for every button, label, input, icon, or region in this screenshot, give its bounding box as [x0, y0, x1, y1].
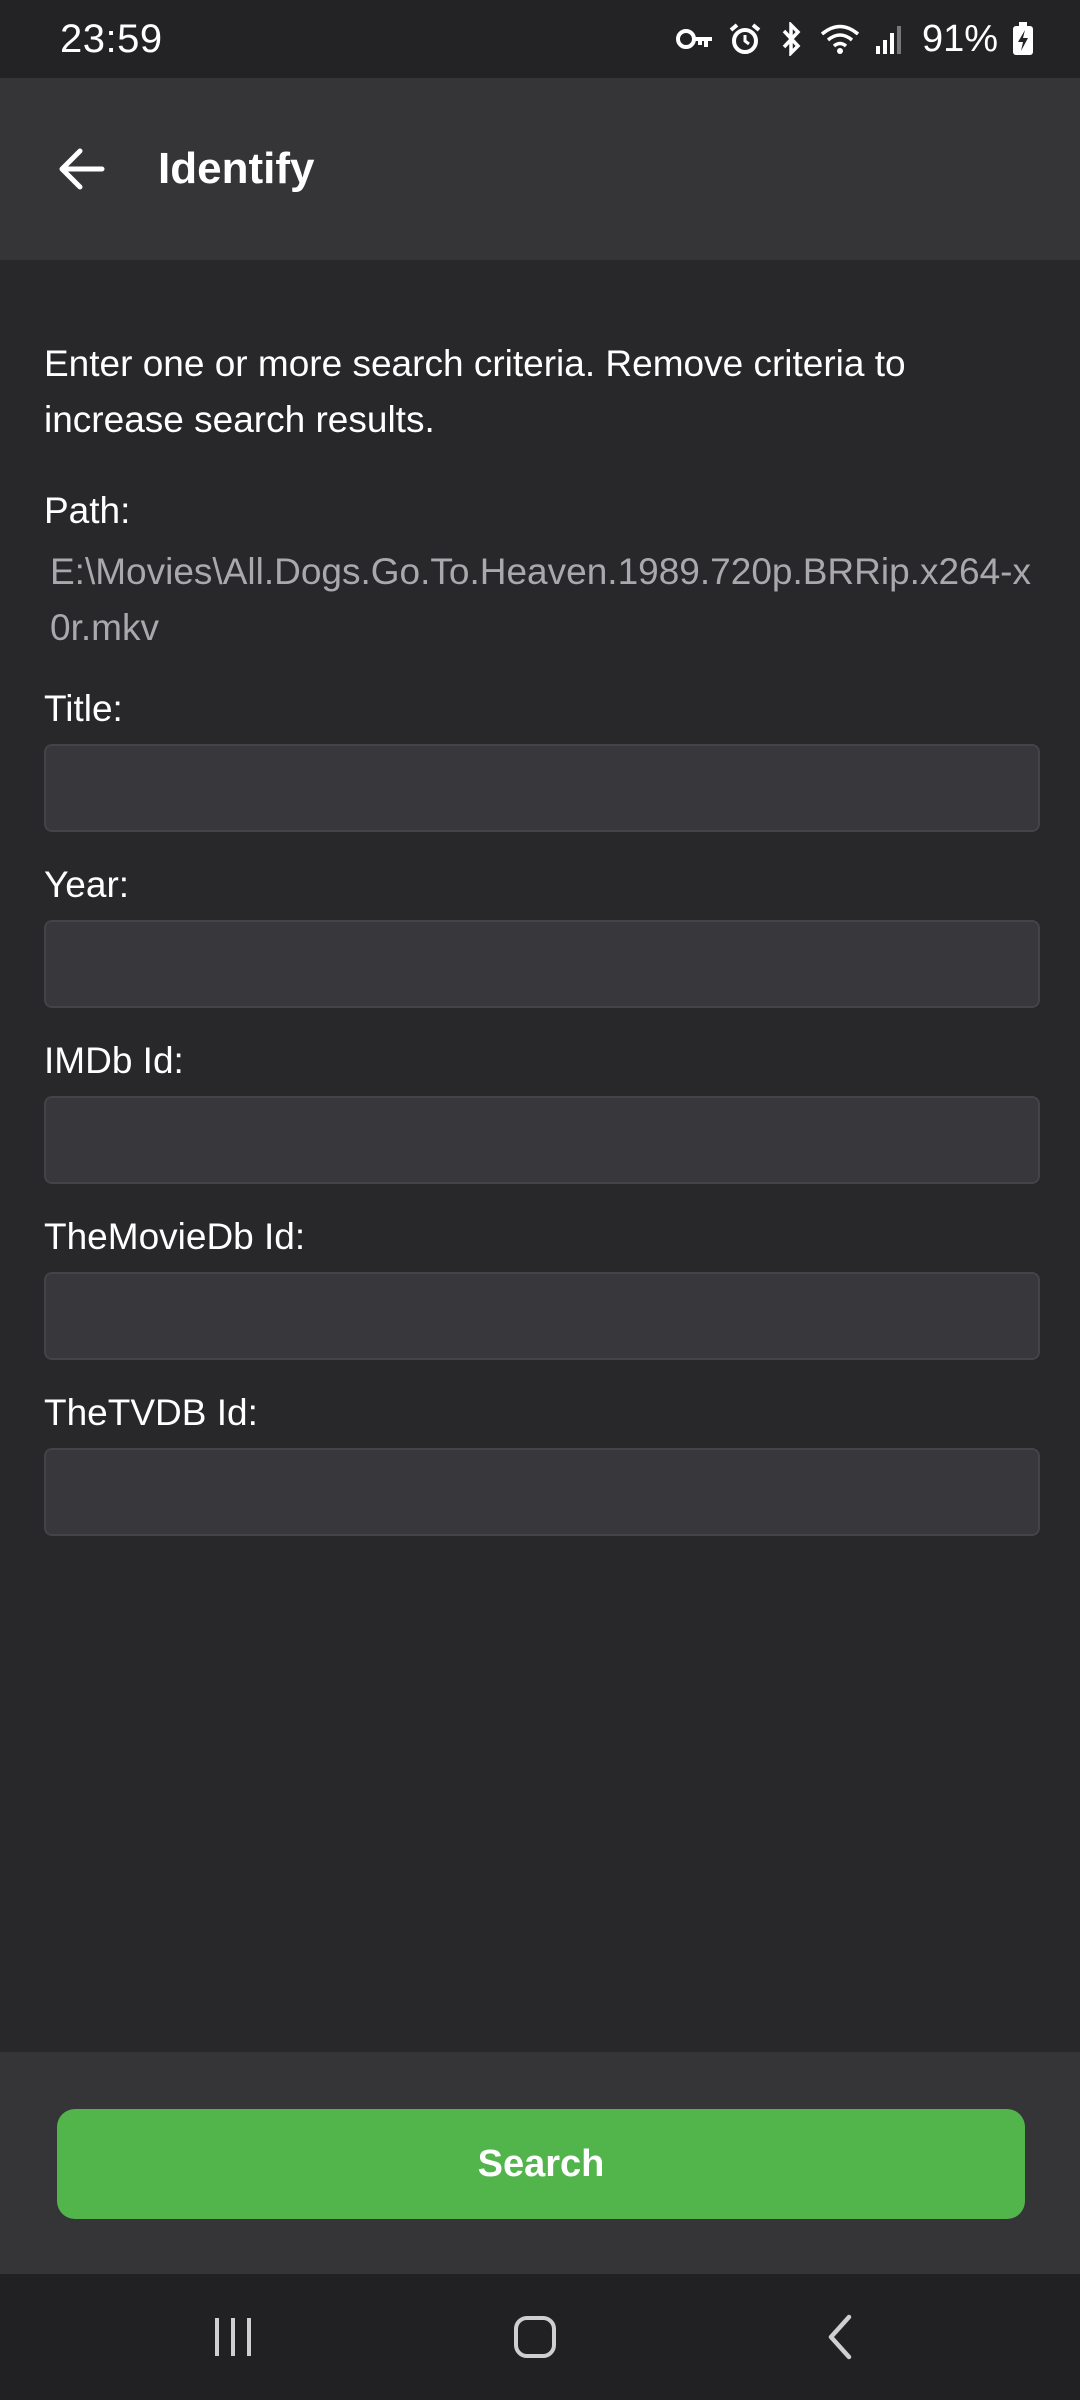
status-icons: 91% [675, 17, 1034, 61]
path-label: Path: [44, 490, 131, 531]
status-time: 23:59 [60, 16, 163, 61]
tvdb-field-group: TheTVDB Id: [44, 1390, 1040, 1536]
year-input[interactable] [44, 920, 1040, 1008]
tvdb-id-input[interactable] [44, 1448, 1040, 1536]
search-button[interactable]: Search [57, 2109, 1025, 2219]
intro-text: Enter one or more search criteria. Remov… [44, 343, 906, 440]
system-nav-bar [0, 2274, 1080, 2400]
vpn-key-icon [675, 26, 714, 52]
imdb-field-group: IMDb Id: [44, 1038, 1040, 1184]
bottom-action-bar: Search [0, 2052, 1080, 2274]
home-icon [514, 2316, 556, 2358]
wifi-icon [820, 23, 860, 55]
battery-percentage: 91% [921, 17, 998, 60]
title-field-group: Title: [44, 686, 1040, 832]
tmdb-id-label: TheMovieDb Id: [44, 1216, 306, 1257]
recents-button[interactable] [183, 2297, 283, 2377]
recents-icon [215, 2318, 251, 2356]
identify-screen: 23:59 91% Identify Enter one or more sea… [0, 0, 1080, 2400]
identify-form: Enter one or more search criteria. Remov… [44, 260, 1040, 1536]
app-bar: Identify [0, 78, 1080, 260]
tmdb-field-group: TheMovieDb Id: [44, 1214, 1040, 1360]
arrow-left-icon [59, 148, 105, 190]
year-label: Year: [44, 864, 130, 905]
title-input[interactable] [44, 744, 1040, 832]
back-button[interactable] [40, 127, 124, 211]
tmdb-id-input[interactable] [44, 1272, 1040, 1360]
imdb-id-label: IMDb Id: [44, 1040, 184, 1081]
year-field-group: Year: [44, 862, 1040, 1008]
page-title: Identify [158, 144, 315, 193]
title-label: Title: [44, 688, 123, 729]
bluetooth-icon [776, 22, 806, 56]
back-icon [828, 2314, 852, 2360]
home-button[interactable] [485, 2297, 585, 2377]
imdb-id-input[interactable] [44, 1096, 1040, 1184]
battery-charging-icon [1012, 22, 1034, 56]
path-value: E:\Movies\All.Dogs.Go.To.Heaven.1989.720… [50, 551, 1032, 648]
alarm-icon [728, 22, 762, 56]
signal-icon [874, 24, 904, 54]
system-back-button[interactable] [790, 2297, 890, 2377]
tvdb-id-label: TheTVDB Id: [44, 1392, 258, 1433]
status-bar: 23:59 91% [0, 0, 1080, 78]
